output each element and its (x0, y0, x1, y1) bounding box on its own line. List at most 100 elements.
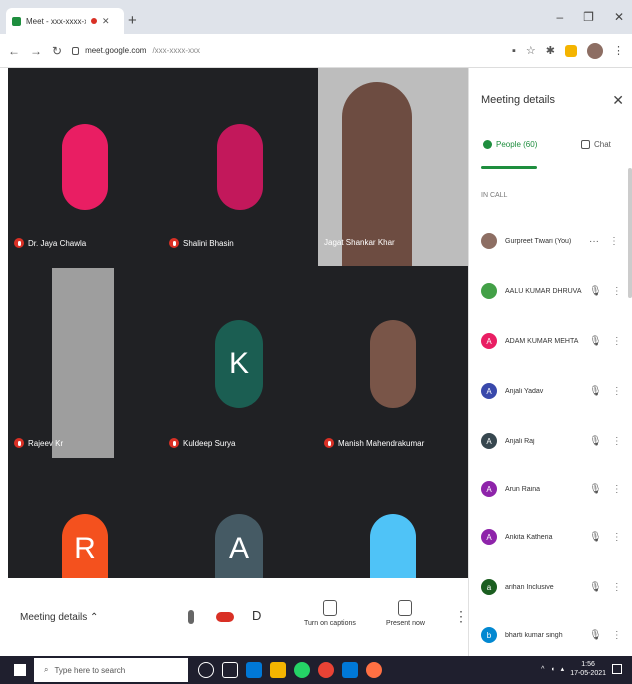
reload-icon[interactable]: ↻ (52, 44, 62, 58)
recording-icon (91, 18, 97, 24)
avatar (370, 514, 416, 578)
maximize-icon[interactable]: ❐ (583, 10, 594, 24)
camera-button[interactable]: D (252, 608, 261, 623)
system-tray: ^ ◖ ▴ 1:56 17-05-2021 (541, 660, 622, 678)
toolbar-extras: ▪ ☆ ✱ ⋮ (512, 42, 624, 59)
menu-dots-icon[interactable]: ⋮ (613, 44, 624, 57)
forward-icon[interactable]: → (30, 44, 42, 58)
file-explorer-icon[interactable] (270, 662, 286, 678)
clock[interactable]: 1:56 17-05-2021 (570, 660, 606, 678)
participant-tile[interactable] (318, 468, 468, 578)
participant-name: arihan Inclusive (505, 583, 554, 591)
captions-button[interactable]: Turn on captions (304, 600, 356, 627)
speaking-indicator-icon: ··· (589, 235, 599, 247)
participant-name: AALU KUMAR DHRUVA (505, 287, 582, 295)
participant-video-tile[interactable]: Rajeev Kr (8, 268, 161, 466)
present-now-button[interactable]: Present now (386, 600, 425, 627)
participant-row[interactable]: A Arun Raina 🎙 ⋮ (477, 470, 627, 508)
participant-row[interactable]: A ADAM KUMAR MEHTA 🎙 ⋮ (477, 322, 627, 360)
participant-more-icon[interactable]: ⋮ (612, 336, 622, 347)
participant-more-icon[interactable]: ⋮ (609, 236, 619, 247)
participant-video-tile[interactable]: Jagat Shankar Khar (318, 68, 468, 266)
new-tab-button[interactable]: + (128, 12, 137, 29)
panel-scrollbar[interactable] (628, 168, 632, 298)
camera-permission-icon[interactable]: ▪ (512, 45, 516, 57)
firefox-icon[interactable] (366, 662, 382, 678)
participant-avatar: A (481, 481, 497, 497)
chrome-icon[interactable] (318, 662, 334, 678)
participant-row[interactable]: AALU KUMAR DHRUVA 🎙 ⋮ (477, 272, 627, 310)
taskbar: ⌕ Type here to search ^ ◖ ▴ 1:56 17-05-2… (0, 656, 632, 684)
minimize-icon[interactable]: – (556, 10, 563, 24)
avatar: R (62, 514, 108, 578)
url-host: meet.google.com (85, 46, 147, 55)
network-icon[interactable]: ▴ (561, 665, 565, 673)
participant-tile[interactable]: R (8, 468, 161, 578)
tab-people[interactable]: People (60) (483, 140, 537, 149)
video-feed (52, 268, 114, 458)
extension-icon[interactable] (565, 44, 577, 57)
close-window-icon[interactable]: ✕ (614, 10, 624, 24)
participant-tile[interactable]: Shalini Bhasin (163, 68, 316, 266)
participant-row[interactable]: A Ankita Katheria 🎙 ⋮ (477, 518, 627, 556)
participant-name: Dr. Jaya Chawla (28, 238, 87, 248)
search-icon: ⌕ (44, 665, 49, 674)
participant-row[interactable]: a arihan Inclusive 🎙 ⋮ (477, 568, 627, 606)
participant-more-icon[interactable]: ⋮ (612, 484, 622, 495)
windows-start-icon[interactable] (14, 664, 26, 676)
participant-name: ADAM KUMAR MEHTA (505, 337, 579, 345)
participant-more-icon[interactable]: ⋮ (612, 286, 622, 297)
back-icon[interactable]: ← (8, 44, 20, 58)
meeting-details-button[interactable]: Meeting details ⌃ (20, 612, 98, 623)
tray-chevron-icon[interactable]: ^ (541, 666, 544, 673)
star-icon[interactable]: ☆ (526, 44, 536, 57)
close-panel-icon[interactable]: ✕ (612, 92, 624, 109)
participant-more-icon[interactable]: ⋮ (612, 386, 622, 397)
participant-tile[interactable]: K Kuldeep Surya (163, 268, 316, 466)
people-tab-label: People (60) (496, 140, 538, 149)
volume-icon[interactable]: ◖ (550, 666, 554, 673)
close-tab-icon[interactable]: ✕ (102, 16, 110, 27)
participant-row[interactable]: Gurpreet Tiwari (You) ··· ⋮ (477, 222, 627, 260)
participant-row[interactable]: A Anjali Raj 🎙 ⋮ (477, 422, 627, 460)
participant-avatar: A (481, 333, 497, 349)
participant-more-icon[interactable]: ⋮ (612, 630, 622, 641)
task-view-icon[interactable] (222, 662, 238, 678)
participant-row[interactable]: b bharti kumar singh 🎙 ⋮ (477, 616, 627, 654)
participant-more-icon[interactable]: ⋮ (612, 582, 622, 593)
participant-tile[interactable]: Dr. Jaya Chawla (8, 68, 161, 266)
microphone-button[interactable] (188, 610, 194, 624)
cortana-icon[interactable] (198, 662, 214, 678)
mic-off-icon: 🎙 (589, 581, 602, 593)
notifications-icon[interactable] (612, 664, 622, 674)
participant-name: Jagat Shankar Khar (324, 238, 395, 247)
mic-off-icon: 🎙 (589, 435, 602, 447)
url-field[interactable]: meet.google.com/xxx-xxxx-xxx (72, 40, 502, 62)
participant-avatar: a (481, 579, 497, 595)
participant-name: Ankita Katheria (505, 533, 553, 541)
participant-avatar: A (481, 433, 497, 449)
whatsapp-icon[interactable] (294, 662, 310, 678)
participant-more-icon[interactable]: ⋮ (612, 532, 622, 543)
more-options-icon[interactable]: ⋮ (454, 608, 468, 625)
participant-tile[interactable]: A (163, 468, 316, 578)
avatar: A (215, 514, 263, 578)
participant-more-icon[interactable]: ⋮ (612, 436, 622, 447)
chevron-up-icon: ⌃ (90, 612, 99, 623)
mic-off-icon: 🎙 (589, 335, 602, 347)
participant-row[interactable]: A Anjali Yadav 🎙 ⋮ (477, 372, 627, 410)
leave-call-button[interactable] (216, 612, 234, 622)
profile-avatar[interactable] (587, 42, 603, 59)
meet-favicon-icon (12, 16, 21, 26)
tab-chat[interactable]: Chat (581, 140, 611, 149)
edge-icon[interactable] (246, 662, 262, 678)
puzzle-icon[interactable]: ✱ (546, 44, 555, 57)
participant-name: Arun Raina (505, 485, 541, 493)
participant-avatar (481, 283, 497, 299)
browser-tab[interactable]: Meet - xxx-xxxx-xxx ✕ (6, 8, 124, 34)
muted-mic-icon (14, 438, 24, 448)
store-icon[interactable] (342, 662, 358, 678)
taskbar-search[interactable]: ⌕ Type here to search (34, 658, 188, 682)
participant-tile[interactable]: Manish Mahendrakumar (318, 268, 468, 466)
muted-mic-icon (324, 438, 334, 448)
